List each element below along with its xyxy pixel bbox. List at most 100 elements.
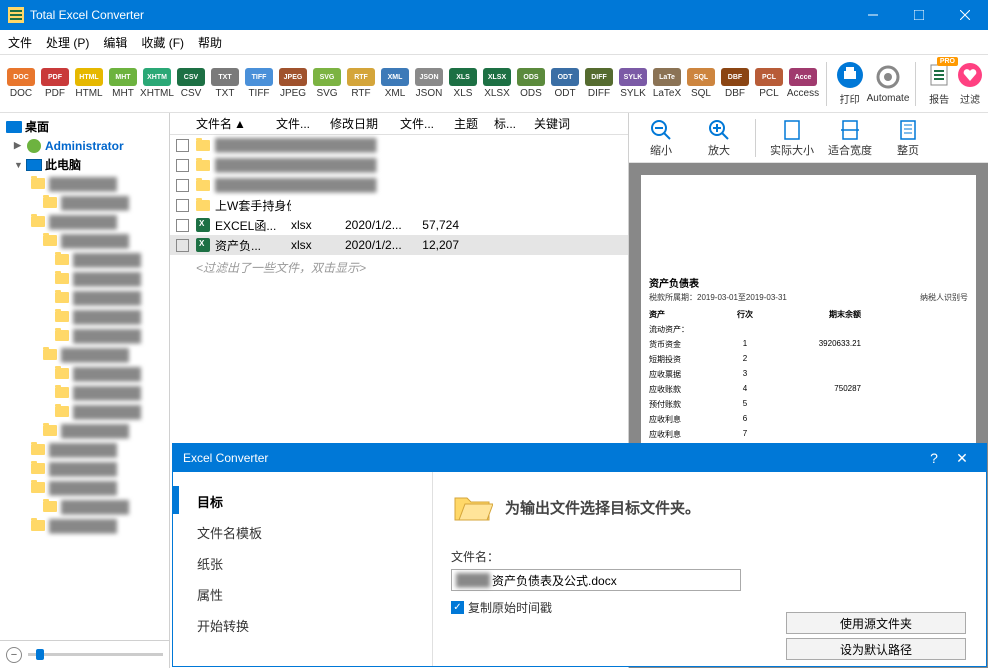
tree-folder-item[interactable]: ████████: [0, 231, 169, 250]
use-source-folder-button[interactable]: 使用源文件夹: [786, 612, 966, 634]
automate-button[interactable]: Automate: [867, 63, 910, 104]
format-dbf[interactable]: DBFDBF: [719, 68, 751, 99]
row-checkbox[interactable]: [176, 239, 189, 252]
report-button[interactable]: PRO 报告: [922, 61, 956, 106]
dialog-help-button[interactable]: ?: [920, 450, 948, 466]
file-row[interactable]: ███████████████████: [170, 175, 628, 195]
folder-icon: [55, 406, 69, 417]
menu-file[interactable]: 文件: [8, 34, 32, 51]
col-date[interactable]: 修改日期: [330, 115, 400, 132]
format-diff[interactable]: DIFFDIFF: [583, 68, 615, 99]
tree-folder-item[interactable]: ████████: [0, 421, 169, 440]
step-paper[interactable]: 纸张: [173, 548, 432, 579]
format-html[interactable]: HTMLHTML: [73, 68, 105, 99]
format-svg[interactable]: SVGSVG: [311, 68, 343, 99]
format-txt[interactable]: TXTTXT: [209, 68, 241, 99]
menu-edit[interactable]: 编辑: [103, 34, 127, 51]
expand-arrow[interactable]: ▶: [14, 140, 26, 151]
step-template[interactable]: 文件名模板: [173, 517, 432, 548]
tree-folder-item[interactable]: ████████: [0, 250, 169, 269]
tree-folder-item[interactable]: ████████: [0, 307, 169, 326]
tree-desktop[interactable]: 桌面: [0, 117, 169, 136]
step-target[interactable]: 目标: [173, 486, 432, 517]
set-default-path-button[interactable]: 设为默认路径: [786, 638, 966, 660]
tree-folder-item[interactable]: ████████: [0, 459, 169, 478]
tree-folder-item[interactable]: ████████: [0, 345, 169, 364]
format-doc[interactable]: DOCDOC: [5, 68, 37, 99]
format-csv[interactable]: CSVCSV: [175, 68, 207, 99]
row-checkbox[interactable]: [176, 159, 189, 172]
file-row[interactable]: EXCEL函...xlsx2020/1/2...57,724: [170, 215, 628, 235]
col-tag[interactable]: 标...: [494, 115, 534, 132]
tree-folder-item[interactable]: ████████: [0, 516, 169, 535]
row-checkbox[interactable]: [176, 219, 189, 232]
format-pcl[interactable]: PCLPCL: [753, 68, 785, 99]
format-sylk[interactable]: SYLKSYLK: [617, 68, 649, 99]
tree-folder-item[interactable]: ████████: [0, 212, 169, 231]
menu-process[interactable]: 处理 (P): [46, 34, 89, 51]
menu-favorites[interactable]: 收藏 (F): [141, 34, 184, 51]
tree-folder-item[interactable]: ████████: [0, 193, 169, 212]
col-subject[interactable]: 主题: [454, 115, 494, 132]
full-page-icon: [896, 118, 920, 142]
row-checkbox[interactable]: [176, 179, 189, 192]
tree-administrator[interactable]: ▶ Administrator: [0, 136, 169, 155]
dialog-close-button[interactable]: ✕: [948, 450, 976, 467]
tree-folder-item[interactable]: ████████: [0, 440, 169, 459]
tree-folder-item[interactable]: ████████: [0, 269, 169, 288]
format-xlsx[interactable]: XLSXXLSX: [481, 68, 513, 99]
format-tiff[interactable]: TIFFTIFF: [243, 68, 275, 99]
format-jpeg[interactable]: JPEGJPEG: [277, 68, 309, 99]
tree-folder-item[interactable]: ████████: [0, 478, 169, 497]
col-type[interactable]: 文件...: [276, 115, 330, 132]
file-row[interactable]: ███████████████████: [170, 135, 628, 155]
tree-folder-item[interactable]: ████████: [0, 288, 169, 307]
file-row[interactable]: ███████████████████: [170, 155, 628, 175]
step-start[interactable]: 开始转换: [173, 610, 432, 641]
format-mht[interactable]: MHTMHT: [107, 68, 139, 99]
close-button[interactable]: [942, 0, 988, 30]
pc-icon: [26, 159, 42, 171]
col-keyword[interactable]: 关键词: [534, 115, 584, 132]
format-ods[interactable]: ODSODS: [515, 68, 547, 99]
format-json[interactable]: JSONJSON: [413, 68, 445, 99]
menu-help[interactable]: 帮助: [198, 34, 222, 51]
tree-folder-item[interactable]: ████████: [0, 326, 169, 345]
tree-folder-item[interactable]: ████████: [0, 402, 169, 421]
filename-input[interactable]: ████资产负债表及公式.docx: [451, 569, 741, 591]
format-pdf[interactable]: PDFPDF: [39, 68, 71, 99]
row-checkbox[interactable]: [176, 139, 189, 152]
tree-folder-item[interactable]: ████████: [0, 364, 169, 383]
filter-note[interactable]: <过滤出了一些文件，双击显示>: [170, 255, 628, 276]
format-sql[interactable]: SQLSQL: [685, 68, 717, 99]
step-props[interactable]: 属性: [173, 579, 432, 610]
fit-width-button[interactable]: 适合宽度: [822, 118, 878, 158]
zoom-out-button[interactable]: 缩小: [633, 118, 689, 158]
format-odt[interactable]: ODTODT: [549, 68, 581, 99]
tree-folder-item[interactable]: ████████: [0, 383, 169, 402]
print-button[interactable]: 打印: [833, 61, 867, 106]
tree-folder-item[interactable]: ████████: [0, 174, 169, 193]
row-checkbox[interactable]: [176, 199, 189, 212]
collapse-arrow[interactable]: ▼: [14, 160, 26, 170]
col-size[interactable]: 文件...: [400, 115, 454, 132]
minimize-button[interactable]: [850, 0, 896, 30]
tree-this-pc[interactable]: ▼ 此电脑: [0, 155, 169, 174]
format-rtf[interactable]: RTFRTF: [345, 68, 377, 99]
actual-size-button[interactable]: 实际大小: [764, 118, 820, 158]
format-xml[interactable]: XMLXML: [379, 68, 411, 99]
file-row[interactable]: 资产负...xlsx2020/1/2...12,207: [170, 235, 628, 255]
format-xls[interactable]: XLSXLS: [447, 68, 479, 99]
filter-button[interactable]: 过滤: [956, 61, 984, 106]
zoom-out-button[interactable]: −: [6, 647, 22, 663]
format-access[interactable]: AcceAccess: [787, 68, 819, 99]
file-row[interactable]: 上W套手持身份证及学生证信息: [170, 195, 628, 215]
format-xhtml[interactable]: XHTMXHTML: [141, 68, 173, 99]
maximize-button[interactable]: [896, 0, 942, 30]
full-page-button[interactable]: 整页: [880, 118, 936, 158]
tree-folder-item[interactable]: ████████: [0, 497, 169, 516]
zoom-in-button[interactable]: 放大: [691, 118, 747, 158]
col-name[interactable]: 文件名▲: [196, 115, 276, 132]
zoom-slider[interactable]: [28, 653, 163, 656]
format-latex[interactable]: LaTeLaTeX: [651, 68, 683, 99]
